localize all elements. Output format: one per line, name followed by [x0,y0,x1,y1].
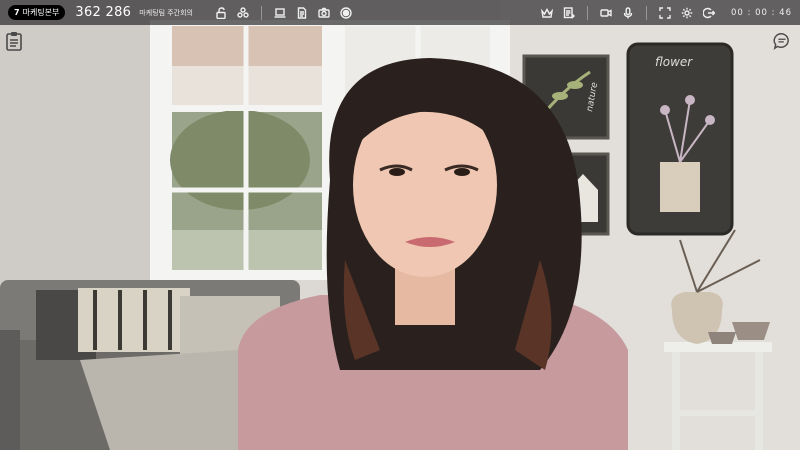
team-name: 마케팅본부 [22,8,60,17]
toolbar-divider [646,5,648,20]
document-icon[interactable] [294,5,310,21]
crown-icon[interactable] [539,5,555,21]
wall-frame-flower: flower [626,42,734,236]
team-badge[interactable]: 7 마케팅본부 [8,5,66,20]
toolbar-divider [261,5,262,20]
team-number: 7 [14,8,20,17]
meeting-title: 마케팅팀 주간회의 [139,8,193,17]
chat-button[interactable] [772,30,792,52]
exit-icon[interactable] [701,5,717,21]
frame-text-flower: flower [655,55,693,69]
chat-icon [773,33,789,50]
clipboard-icon [6,32,22,51]
settings-icon[interactable] [679,5,695,21]
toolbar-divider [587,5,589,20]
lock-open-icon[interactable] [213,5,229,21]
left-toolbar-group [213,5,354,21]
video-feed: nature MY se flower [0,0,800,450]
camera-snapshot-icon[interactable] [316,5,332,21]
meeting-id: 362 286 [75,5,132,20]
record-icon[interactable] [338,5,354,21]
notes-icon[interactable] [561,5,577,21]
microphone-icon[interactable] [620,5,636,21]
fullscreen-icon[interactable] [657,5,673,21]
meeting-timer: 00 : 00 : 46 [731,7,792,18]
clipboard-button[interactable] [4,30,24,52]
meeting-toolbar: 7 마케팅본부 362 286 마케팅팀 주간회의 00: 00: 46 [0,0,800,25]
right-toolbar-group: 00 : 00 : 46 [539,5,792,21]
video-scene: nature MY se flower [0,0,800,450]
participants-icon[interactable] [235,5,251,21]
laptop-share-icon[interactable] [272,5,288,21]
video-camera-icon[interactable] [598,5,614,21]
